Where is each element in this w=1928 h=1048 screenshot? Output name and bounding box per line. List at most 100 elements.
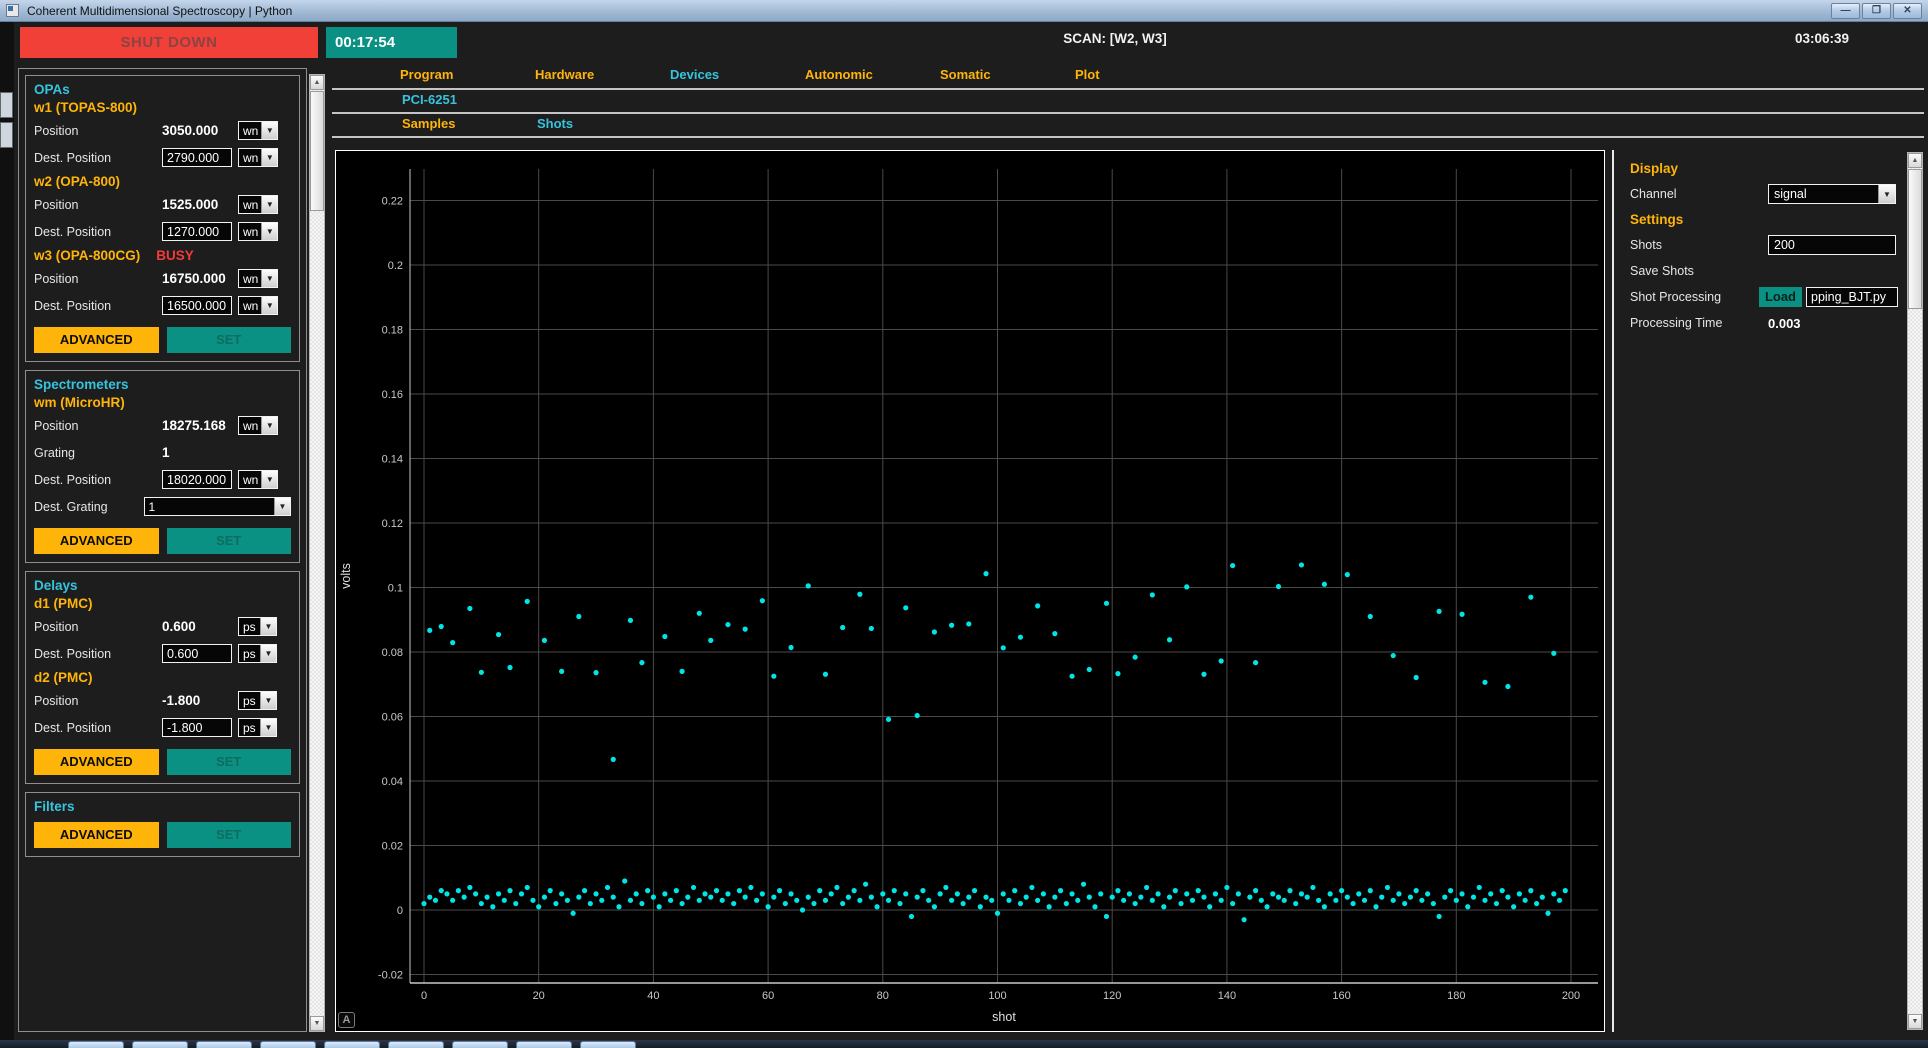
units-dropdown[interactable]: ps▼ [238, 718, 277, 737]
dest-position-input[interactable] [162, 296, 232, 315]
advanced-button[interactable]: ADVANCED [34, 327, 159, 353]
section-title: Delays [34, 578, 291, 593]
menu-item-autonomic[interactable]: Autonomic [805, 67, 940, 82]
units-dropdown[interactable]: wn▼ [238, 222, 278, 241]
processing-file-input[interactable] [1806, 287, 1898, 307]
taskbar-button[interactable] [196, 1041, 252, 1048]
channel-dropdown[interactable]: signal▼ [1768, 184, 1896, 204]
auto-range-button[interactable]: A [338, 1012, 355, 1028]
taskbar-button[interactable] [68, 1041, 124, 1048]
dest-position-label: Dest. Position [34, 151, 162, 165]
position-value: 1525.000 [162, 197, 232, 212]
advanced-button[interactable]: ADVANCED [34, 749, 159, 775]
shots-label: Shots [1630, 238, 1768, 252]
menu-item-somatic[interactable]: Somatic [940, 67, 1075, 82]
menu-item-plot[interactable]: Plot [1075, 67, 1210, 82]
motor-name-d1: d1 (PMC) [34, 596, 291, 611]
shots-input[interactable] [1768, 235, 1896, 255]
svg-text:0: 0 [397, 905, 403, 917]
close-button[interactable]: ✕ [1893, 3, 1922, 19]
dest-position-input[interactable] [162, 222, 232, 241]
dest-position-input[interactable] [162, 644, 232, 663]
advanced-button[interactable]: ADVANCED [34, 528, 159, 554]
taskbar-button[interactable] [324, 1041, 380, 1048]
scrollbar-thumb[interactable] [1908, 169, 1922, 309]
units-dropdown[interactable]: ps▼ [238, 644, 277, 663]
tab-samples[interactable]: Samples [402, 116, 537, 131]
opas-section: OPAs w1 (TOPAS-800) Position 3050.000 wn… [25, 75, 300, 362]
units-value: wn [239, 417, 261, 434]
position-value: 16750.000 [162, 271, 232, 286]
dest-position-input[interactable] [162, 148, 232, 167]
processing-time-label: Processing Time [1630, 316, 1768, 330]
chevron-down-icon: ▼ [260, 719, 276, 736]
taskbar-button[interactable] [260, 1041, 316, 1048]
main-menu: Program Hardware Devices Autonomic Somat… [400, 67, 1210, 82]
position-label: Position [34, 124, 162, 138]
scroll-up-icon[interactable]: ▲ [1908, 153, 1922, 168]
separator-line [332, 112, 1924, 114]
taskbar-button[interactable] [516, 1041, 572, 1048]
scroll-up-icon[interactable]: ▲ [310, 75, 324, 90]
advanced-button[interactable]: ADVANCED [34, 822, 159, 848]
scroll-down-icon[interactable]: ▼ [1908, 1014, 1922, 1029]
units-dropdown[interactable]: wn▼ [238, 416, 278, 435]
taskbar-button[interactable] [388, 1041, 444, 1048]
units-dropdown[interactable]: wn▼ [238, 470, 278, 489]
dest-grating-dropdown[interactable]: 1▼ [144, 497, 291, 516]
motor-name-w3: w3 (OPA-800CG) BUSY [34, 248, 291, 263]
restore-button[interactable]: ❐ [1862, 3, 1891, 19]
minimize-button[interactable]: — [1831, 3, 1860, 19]
shut-down-button[interactable]: SHUT DOWN [20, 27, 318, 58]
units-value: wn [239, 122, 261, 139]
set-button[interactable]: SET [167, 528, 292, 554]
chevron-down-icon: ▼ [260, 645, 276, 662]
elapsed-timer: 00:17:54 [326, 27, 457, 58]
title-bar: Coherent Multidimensional Spectroscopy |… [0, 0, 1928, 22]
left-panel-scrollbar[interactable]: ▲ ▼ [309, 74, 325, 1032]
units-dropdown[interactable]: ps▼ [238, 691, 277, 710]
units-value: ps [239, 692, 260, 709]
scroll-down-icon[interactable]: ▼ [310, 1016, 324, 1031]
set-button[interactable]: SET [167, 327, 292, 353]
svg-text:0.06: 0.06 [382, 712, 403, 724]
load-button[interactable]: Load [1759, 287, 1802, 307]
units-dropdown[interactable]: ps▼ [238, 617, 277, 636]
menu-item-devices[interactable]: Devices [670, 67, 805, 82]
position-label: Position [34, 198, 162, 212]
motor-name-w1: w1 (TOPAS-800) [34, 100, 291, 115]
tab-pci-6251[interactable]: PCI-6251 [402, 92, 457, 107]
taskbar-button[interactable] [452, 1041, 508, 1048]
units-dropdown[interactable]: wn▼ [238, 121, 278, 140]
svg-text:0.2: 0.2 [388, 260, 403, 272]
windows-taskbar[interactable] [0, 1040, 1928, 1048]
units-dropdown[interactable]: wn▼ [238, 269, 278, 288]
set-button[interactable]: SET [167, 749, 292, 775]
menu-item-hardware[interactable]: Hardware [535, 67, 670, 82]
svg-text:160: 160 [1332, 990, 1350, 1002]
units-dropdown[interactable]: wn▼ [238, 195, 278, 214]
svg-text:140: 140 [1218, 990, 1236, 1002]
right-panel-scrollbar[interactable]: ▲ ▼ [1907, 152, 1923, 1030]
shots-plot[interactable]: 020406080100120140160180200-0.0200.020.0… [335, 150, 1605, 1032]
scrollbar-thumb[interactable] [310, 91, 324, 211]
dest-grating-label: Dest. Grating [34, 500, 144, 514]
svg-text:40: 40 [647, 990, 659, 1002]
background-window-sliver [0, 22, 14, 1040]
dest-position-input[interactable] [162, 718, 232, 737]
units-dropdown[interactable]: wn▼ [238, 296, 278, 315]
chevron-down-icon: ▼ [261, 417, 277, 434]
svg-text:120: 120 [1103, 990, 1121, 1002]
dest-position-input[interactable] [162, 470, 232, 489]
units-dropdown[interactable]: wn▼ [238, 148, 278, 167]
scan-status-label: SCAN: [W2, W3] [990, 31, 1240, 46]
tab-shots[interactable]: Shots [537, 116, 672, 131]
delays-section: Delays d1 (PMC) Position 0.600 ps▼ Dest.… [25, 571, 300, 784]
units-value: wn [239, 270, 261, 287]
menu-item-program[interactable]: Program [400, 67, 535, 82]
svg-text:200: 200 [1562, 990, 1580, 1002]
taskbar-button[interactable] [132, 1041, 188, 1048]
taskbar-button[interactable] [580, 1041, 636, 1048]
set-button[interactable]: SET [167, 822, 292, 848]
hardware-panel: OPAs w1 (TOPAS-800) Position 3050.000 wn… [18, 68, 307, 1032]
